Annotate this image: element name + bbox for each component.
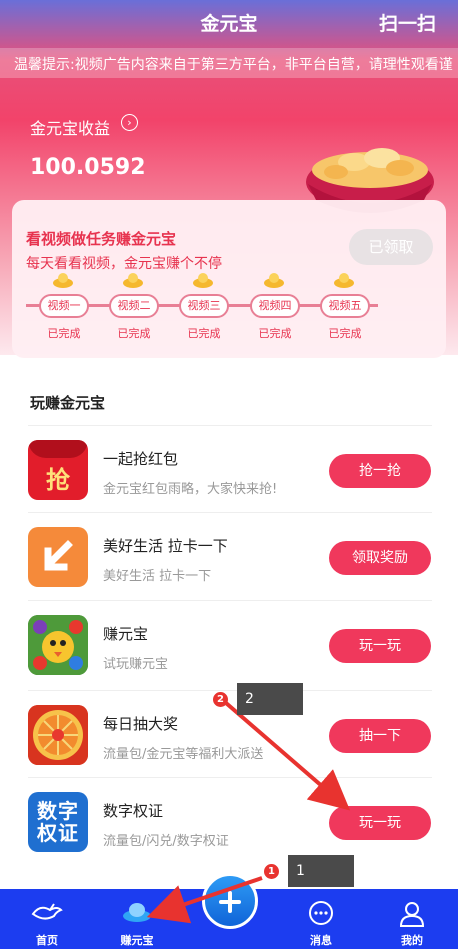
annotation-badge-2: 2	[213, 692, 228, 707]
annotation-arrows	[146, 701, 351, 924]
annotation-tag-1: 1	[288, 855, 354, 887]
annotation-tag-2: 2	[237, 683, 303, 715]
annotation-badge-1: 1	[264, 864, 279, 879]
